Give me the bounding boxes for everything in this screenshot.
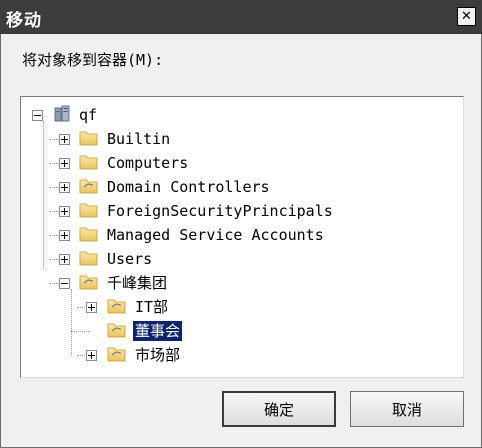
container-tree[interactable]: qf Builtin Computers Domain Controllers …	[20, 96, 464, 378]
ou-folder-icon	[79, 275, 98, 290]
tree-item-marketing-expander[interactable]	[86, 350, 97, 361]
domain-server-icon	[54, 105, 70, 122]
tree-item-users[interactable]: Users	[105, 249, 154, 269]
tree-item-foreign-security-expander[interactable]	[59, 206, 70, 217]
ou-folder-icon	[107, 323, 126, 338]
tree-item-users-expander[interactable]	[59, 254, 70, 265]
tree-item-qianfeng-collapse-toggle[interactable]	[59, 278, 70, 289]
ou-folder-icon	[79, 179, 98, 194]
tree-item-foreign-security-principals[interactable]: ForeignSecurityPrincipals	[105, 201, 335, 221]
tree-item-computers[interactable]: Computers	[105, 153, 190, 173]
close-button[interactable]: ✕	[457, 7, 476, 26]
folder-icon	[79, 203, 98, 218]
tree-item-marketing-dept[interactable]: 市场部	[133, 345, 182, 365]
tree-item-it-dept[interactable]: IT部	[133, 297, 170, 317]
ou-folder-icon	[107, 347, 126, 362]
tree-item-builtin-expander[interactable]	[59, 134, 70, 145]
tree-item-computers-expander[interactable]	[59, 158, 70, 169]
tree-item-domain-controllers[interactable]: Domain Controllers	[105, 177, 272, 197]
tree-root-label[interactable]: qf	[77, 105, 99, 125]
ok-button[interactable]: 确定	[222, 391, 336, 427]
tree-item-builtin[interactable]: Builtin	[105, 129, 172, 149]
tree-item-domain-controllers-expander[interactable]	[59, 182, 70, 193]
tree-item-managed-service-accounts-expander[interactable]	[59, 230, 70, 241]
move-prompt-label: 将对象移到容器(M):	[22, 51, 164, 69]
title-bar: 移动 ✕	[0, 0, 482, 34]
tree-item-it-expander[interactable]	[86, 302, 97, 313]
tree-item-board-selected[interactable]: 董事会	[133, 321, 183, 341]
root-collapse-toggle[interactable]	[32, 110, 43, 121]
cancel-button[interactable]: 取消	[350, 391, 464, 427]
tree-item-managed-service-accounts[interactable]: Managed Service Accounts	[105, 225, 326, 245]
folder-icon	[79, 131, 98, 146]
folder-icon	[79, 251, 98, 266]
dialog-title: 移动	[6, 11, 42, 31]
folder-icon	[79, 227, 98, 242]
close-icon: ✕	[461, 9, 472, 24]
ou-folder-icon	[107, 299, 126, 314]
folder-icon	[79, 155, 98, 170]
tree-item-qianfeng-group[interactable]: 千峰集团	[105, 273, 169, 293]
